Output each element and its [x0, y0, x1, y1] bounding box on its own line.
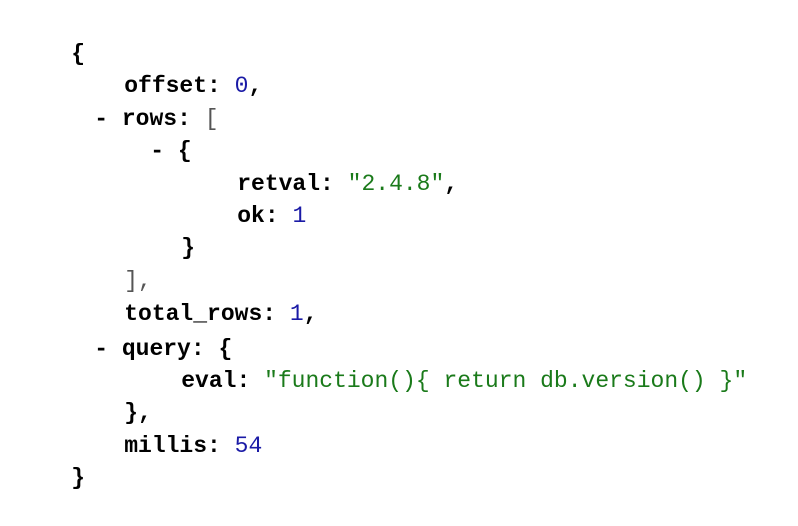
value-millis: 54 — [234, 433, 263, 459]
colon: : — [236, 368, 251, 394]
root-open-brace: { — [16, 6, 85, 67]
value-retval: "2.4.8" — [347, 171, 445, 197]
colon: : — [262, 301, 277, 327]
property-retval: retval: "2.4.8", — [182, 136, 458, 197]
bracket-open: [ — [204, 106, 219, 132]
rows-item-0-close: } — [126, 200, 195, 261]
colon: : — [207, 433, 221, 459]
property-rows: - rows: [ — [39, 71, 218, 132]
value-eval: "function(){ return db.version() }" — [264, 368, 748, 394]
collapse-query-toggle[interactable]: - — [94, 336, 108, 362]
colon: : — [264, 203, 279, 229]
json-viewer: { offset: 0, - rows: [ - { retval: "2.4.… — [0, 0, 798, 491]
brace-close: } — [181, 235, 196, 261]
colon: : — [320, 171, 334, 197]
property-ok: ok: 1 — [182, 168, 306, 229]
rows-item-0: - { — [95, 103, 191, 164]
property-eval: eval: "function(){ return db.version() }… — [126, 333, 747, 394]
value-offset: 0 — [234, 73, 249, 99]
root-close-brace: } — [16, 430, 85, 491]
value-total-rows: 1 — [289, 301, 304, 327]
property-total-rows: total_rows: 1, — [69, 266, 317, 327]
comma: , — [248, 73, 263, 99]
key-ok: ok — [237, 203, 265, 229]
rows-close: ], — [69, 233, 152, 294]
key-eval: eval — [181, 368, 237, 394]
property-query: - query: { — [39, 301, 232, 362]
value-ok: 1 — [292, 203, 307, 229]
comma: , — [444, 171, 459, 197]
key-millis: millis — [124, 433, 208, 459]
comma: , — [303, 301, 318, 327]
query-close: }, — [69, 365, 152, 426]
property-offset: offset: 0, — [69, 38, 262, 99]
brace-close: } — [71, 465, 86, 491]
property-millis: millis: 54 — [69, 398, 262, 459]
collapse-row-0-toggle[interactable]: - — [150, 138, 164, 164]
